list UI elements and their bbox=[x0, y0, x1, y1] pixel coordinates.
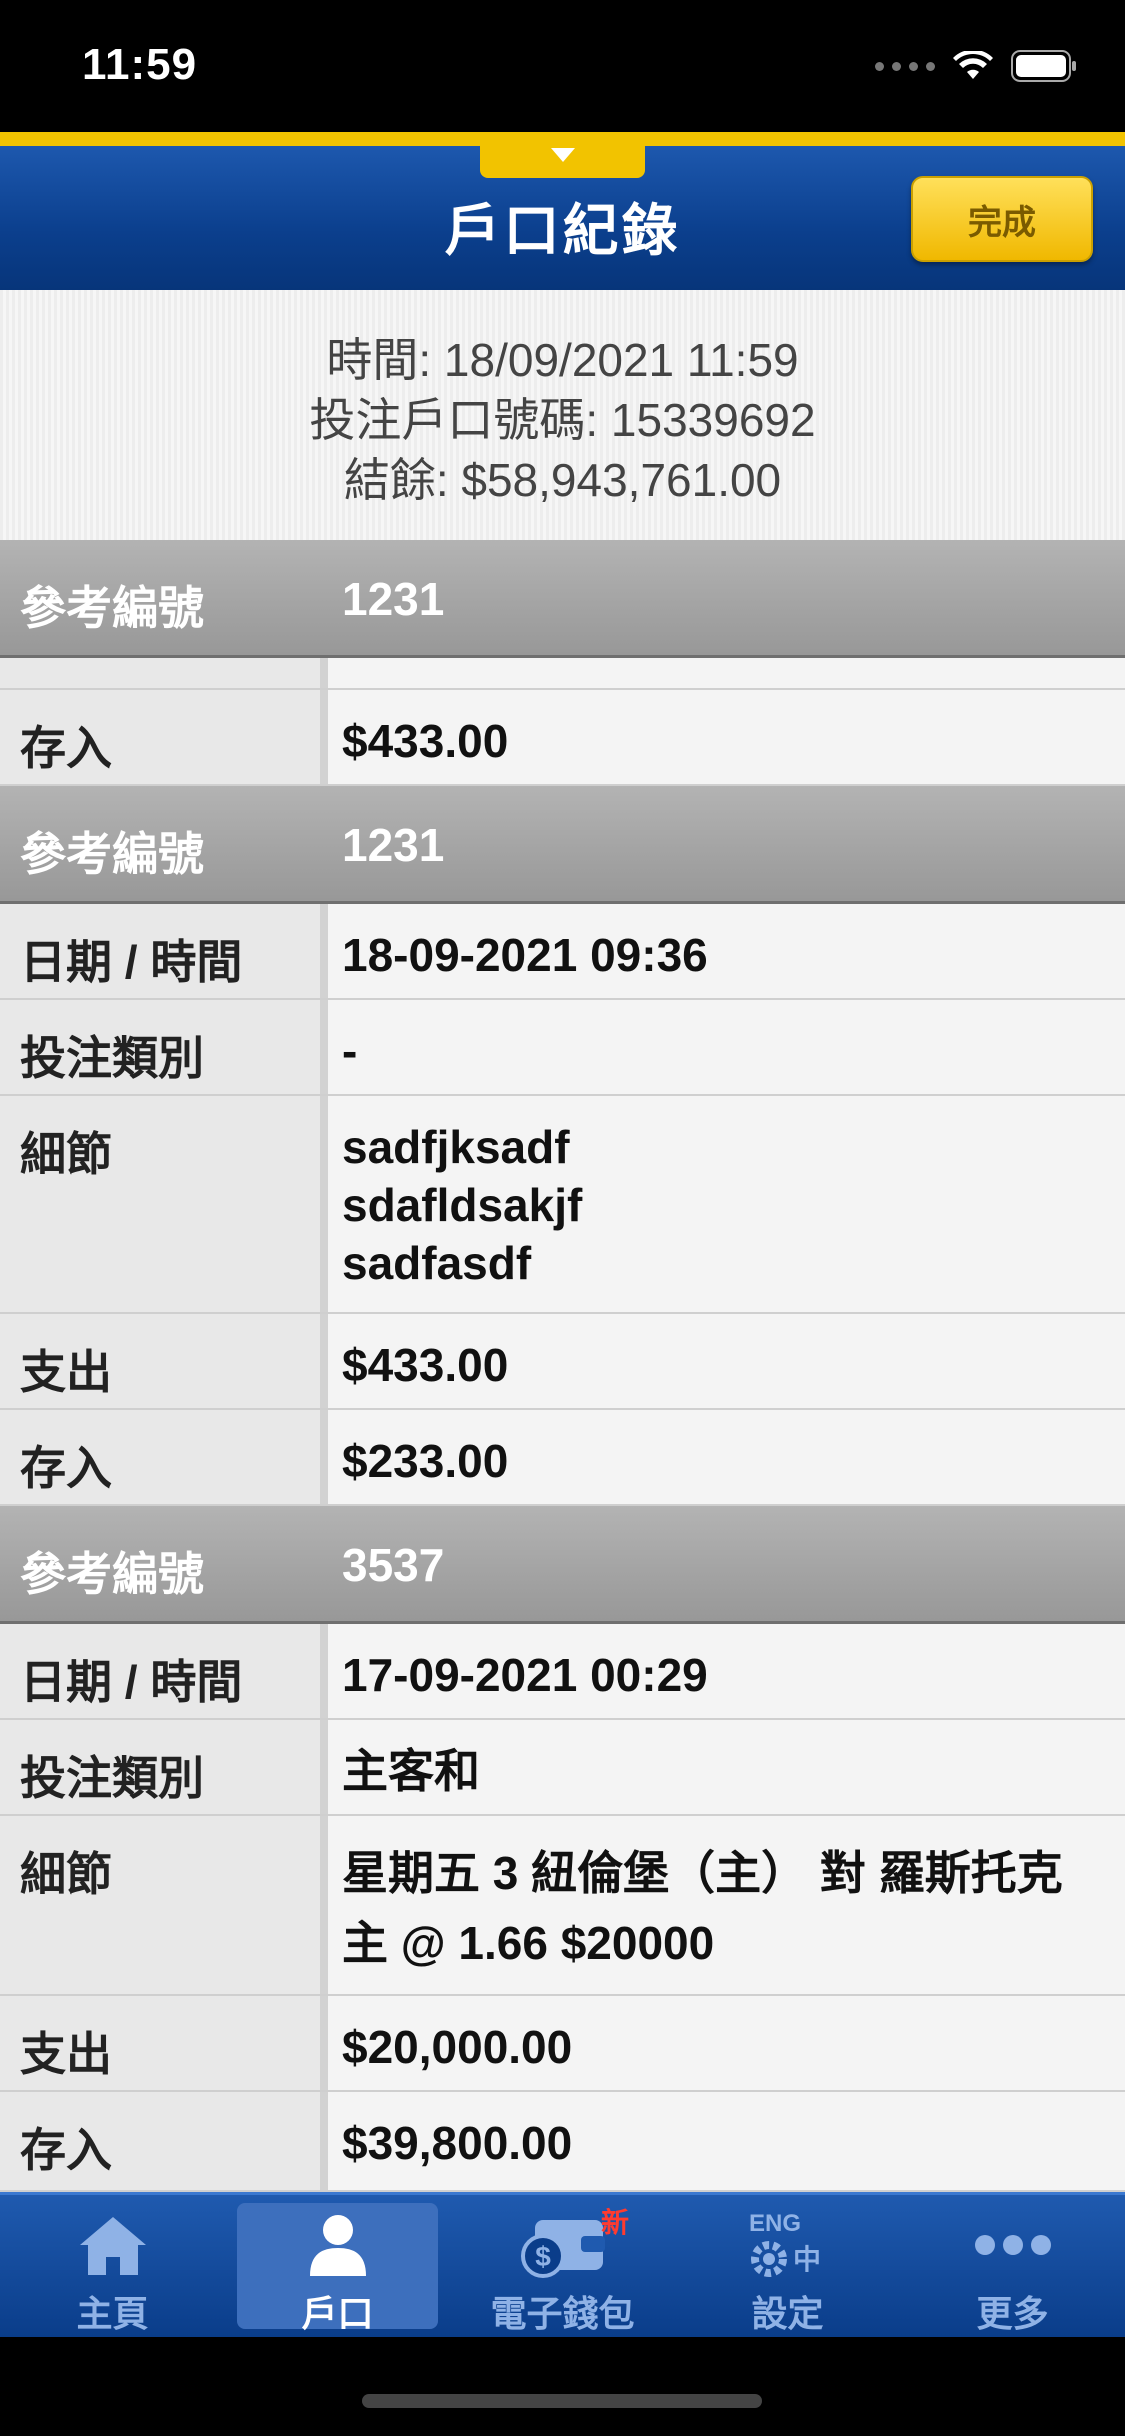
row-value: $433.00 bbox=[342, 715, 509, 767]
record-row-cut bbox=[0, 658, 1125, 690]
row-value: $20,000.00 bbox=[342, 2021, 573, 2073]
svg-text:中: 中 bbox=[793, 2243, 821, 2276]
status-bar: 11:59 bbox=[0, 0, 1125, 132]
record-list[interactable]: 參考編號 1231 存入 $433.00 參考編號 1231 日期 / 時間 1… bbox=[0, 540, 1125, 2192]
summary-balance: 結餘: $58,943,761.00 bbox=[343, 454, 782, 506]
record-row-bet-type: 投注類別 主客和 bbox=[0, 1720, 1125, 1816]
home-indicator[interactable] bbox=[362, 2394, 762, 2408]
record-row-bet-type: 投注類別 - bbox=[0, 1000, 1125, 1096]
battery-icon bbox=[1011, 50, 1077, 82]
ref-value: 1231 bbox=[342, 573, 445, 625]
done-button[interactable]: 完成 bbox=[911, 176, 1093, 262]
pull-down-tab[interactable] bbox=[480, 132, 645, 178]
tab-settings[interactable]: ENG 中 設定 bbox=[675, 2195, 900, 2337]
record-row-deposit: 存入 $39,800.00 bbox=[0, 2092, 1125, 2192]
tab-label: 電子錢包 bbox=[490, 2293, 635, 2334]
row-value: sadfjksadf sdafldsakjf sadfasdf bbox=[342, 1121, 583, 1289]
ref-label: 參考編號 bbox=[20, 582, 204, 634]
tab-label: 主頁 bbox=[76, 2293, 149, 2334]
person-icon bbox=[225, 2209, 450, 2281]
row-label: 存入 bbox=[0, 2092, 328, 2190]
tab-more[interactable]: 更多 bbox=[900, 2195, 1125, 2337]
row-value: $39,800.00 bbox=[342, 2117, 573, 2169]
record-header: 參考編號 3537 bbox=[0, 1506, 1125, 1624]
record-row-expense: 支出 $433.00 bbox=[0, 1314, 1125, 1410]
ref-value: 1231 bbox=[342, 819, 445, 871]
svg-text:ENG: ENG bbox=[749, 2210, 801, 2237]
record-header: 參考編號 1231 bbox=[0, 540, 1125, 658]
signal-icon bbox=[875, 61, 935, 71]
row-value: $233.00 bbox=[342, 1435, 509, 1487]
row-label: 投注類別 bbox=[0, 1720, 328, 1814]
row-label: 細節 bbox=[0, 1096, 328, 1312]
row-value: 18-09-2021 09:36 bbox=[342, 929, 708, 981]
ref-label: 參考編號 bbox=[20, 828, 204, 880]
row-label: 支出 bbox=[0, 1996, 328, 2090]
record-row-details: 細節 星期五 3 紐倫堡（主） 對 羅斯托克 主 @ 1.66 $20000 bbox=[0, 1816, 1125, 1996]
record-row-datetime: 日期 / 時間 18-09-2021 09:36 bbox=[0, 904, 1125, 1000]
tab-account[interactable]: 戶口 bbox=[225, 2195, 450, 2337]
tab-label: 設定 bbox=[751, 2293, 824, 2334]
row-value: - bbox=[342, 1025, 358, 1077]
more-icon bbox=[900, 2209, 1125, 2281]
record-row-datetime: 日期 / 時間 17-09-2021 00:29 bbox=[0, 1624, 1125, 1720]
ref-label: 參考編號 bbox=[20, 1548, 204, 1600]
row-value: 星期五 3 紐倫堡（主） 對 羅斯托克 主 @ 1.66 $20000 bbox=[342, 1847, 1063, 1969]
status-time: 11:59 bbox=[82, 40, 198, 89]
row-label: 支出 bbox=[0, 1314, 328, 1408]
wifi-icon bbox=[953, 51, 993, 81]
row-value: 主客和 bbox=[342, 1745, 480, 1797]
row-value: 17-09-2021 00:29 bbox=[342, 1649, 708, 1701]
record-header: 參考編號 1231 bbox=[0, 786, 1125, 904]
status-icons bbox=[875, 50, 1077, 82]
tab-label: 更多 bbox=[976, 2293, 1049, 2334]
tab-label: 戶口 bbox=[301, 2293, 374, 2334]
ref-value: 3537 bbox=[342, 1539, 445, 1591]
summary-account-number: 投注戶口號碼: 15339692 bbox=[309, 394, 816, 446]
record-row-details: 細節 sadfjksadf sdafldsakjf sadfasdf bbox=[0, 1096, 1125, 1314]
account-summary: 時間: 18/09/2021 11:59 投注戶口號碼: 15339692 結餘… bbox=[0, 290, 1125, 540]
tab-home[interactable]: 主頁 bbox=[0, 2195, 225, 2337]
row-label: 投注類別 bbox=[0, 1000, 328, 1094]
summary-time: 時間: 18/09/2021 11:59 bbox=[326, 334, 799, 386]
home-icon bbox=[0, 2209, 225, 2281]
record-row-deposit: 存入 $433.00 bbox=[0, 690, 1125, 786]
gear-icon: ENG 中 bbox=[675, 2209, 900, 2281]
row-label: 存入 bbox=[0, 1410, 328, 1504]
wallet-icon: $ bbox=[450, 2209, 675, 2281]
tab-bar: 主頁 戶口 $ 新 電子錢包 ENG 中 設定 更多 bbox=[0, 2192, 1125, 2337]
record-row-deposit: 存入 $233.00 bbox=[0, 1410, 1125, 1506]
row-label: 日期 / 時間 bbox=[0, 904, 328, 998]
record-row-expense: 支出 $20,000.00 bbox=[0, 1996, 1125, 2092]
row-label: 存入 bbox=[0, 690, 328, 784]
row-label: 日期 / 時間 bbox=[0, 1624, 328, 1718]
new-badge: 新 bbox=[600, 2207, 629, 2238]
tab-ewallet[interactable]: $ 新 電子錢包 bbox=[450, 2195, 675, 2337]
row-value: $433.00 bbox=[342, 1339, 509, 1391]
svg-text:$: $ bbox=[535, 2241, 551, 2272]
row-label: 細節 bbox=[0, 1816, 328, 1994]
chevron-down-icon bbox=[550, 148, 575, 162]
